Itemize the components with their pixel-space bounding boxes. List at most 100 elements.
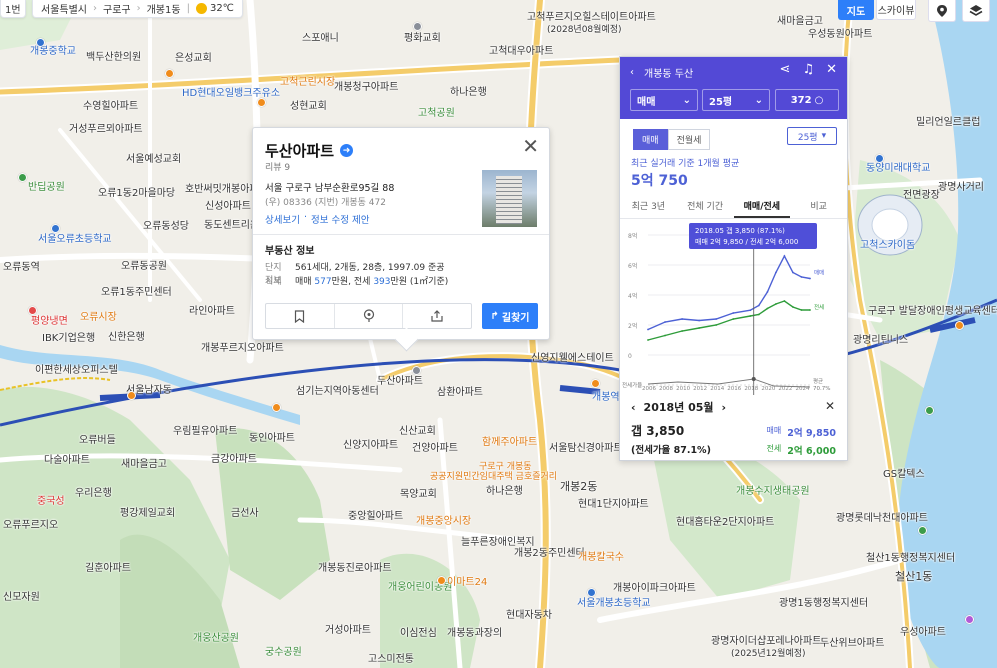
place-pin-icon[interactable] xyxy=(272,403,281,412)
map-label[interactable]: 개봉역 xyxy=(592,392,620,404)
map-label[interactable]: 거성푸르뫼아파트 xyxy=(69,124,143,136)
map-label[interactable]: 신한은행 xyxy=(108,332,145,344)
map-label[interactable]: 구로구 발달장애인평생교육센터 xyxy=(868,306,997,318)
map-label[interactable]: 개봉중학교 xyxy=(30,46,76,58)
map-label[interactable]: 스포애니 xyxy=(302,33,339,45)
tab-all-period[interactable]: 전체 기간 xyxy=(677,195,734,218)
map-label[interactable]: 현대자동차 xyxy=(506,610,552,622)
map-label[interactable]: 하나은행 xyxy=(450,87,487,99)
price-panel[interactable]: ‹ 개봉동 두산 ⋖ ♫ ✕ 매매 ⌄ 25평 ⌄ 372 ○ 매매 전월세 2… xyxy=(619,56,848,461)
place-title[interactable]: 두산아파트 xyxy=(265,140,334,161)
location-button[interactable] xyxy=(928,0,956,22)
map-label[interactable]: 목양교회 xyxy=(400,489,437,501)
price-chart[interactable]: 8억6억4억2억0 전세가율평균70.7% 2006 2008 2010 2012 20… xyxy=(620,219,848,397)
map-label[interactable]: 광명1동행정복지센터 xyxy=(779,598,868,610)
map-label[interactable]: 오류동성당 xyxy=(143,221,189,233)
map-label[interactable]: 개봉청구아파트 xyxy=(334,82,398,94)
place-info-card[interactable]: 두산아파트 ➜ ✕ 리뷰 9 서울 구로구 남부순환로95길 88 (우) 08… xyxy=(252,127,550,340)
map-label[interactable]: 현대1단지아파트 xyxy=(578,499,649,511)
map-label[interactable]: 평화교회 xyxy=(404,33,441,45)
map-label[interactable]: 우리은행 xyxy=(75,488,112,500)
park-pin-icon[interactable] xyxy=(918,526,927,535)
map-label[interactable]: 반딥공원 xyxy=(28,182,65,194)
map-label[interactable]: 다술아파트 xyxy=(44,455,90,467)
map-label[interactable]: 하나은행 xyxy=(486,486,523,498)
subway-station-pin-icon[interactable] xyxy=(591,379,600,388)
map-label[interactable]: 고스미전통 xyxy=(368,654,414,666)
map-label[interactable]: 신산교회 xyxy=(399,426,436,438)
map-label[interactable]: 철산1동행정복지센터 xyxy=(866,553,955,565)
map-label[interactable]: 오류1동2마을마당 xyxy=(98,188,175,200)
map-label[interactable]: 수영힐아파트 xyxy=(83,101,138,113)
map-label[interactable]: 길훈아파트 xyxy=(85,563,131,575)
chevron-left-icon[interactable]: ‹ xyxy=(631,401,636,414)
map-label[interactable]: 서울개봉초등학교 xyxy=(577,598,651,610)
map-label[interactable]: GS칼텍스 xyxy=(883,469,925,481)
map-label[interactable]: 섬기는지역아동센터 xyxy=(296,386,379,398)
tab-recent-3y[interactable]: 최근 3년 xyxy=(620,195,677,218)
map-label[interactable]: 평강제일교회 xyxy=(120,508,175,520)
map-label[interactable]: 서울예성교회 xyxy=(126,154,181,166)
layers-button[interactable] xyxy=(962,0,990,22)
map-label[interactable]: 우림필유아파트 xyxy=(173,426,237,438)
school-pin-icon[interactable] xyxy=(36,38,45,47)
breadcrumb-district[interactable]: 구로구 xyxy=(103,1,131,16)
map-label[interactable]: 신영지웰에스테이트 xyxy=(531,353,614,365)
map-label[interactable]: IBK기업은행 xyxy=(42,333,95,345)
map-label[interactable]: 신성아파트 xyxy=(205,201,251,213)
place-title-row[interactable]: 두산아파트 ➜ xyxy=(265,140,354,161)
tab-jeonse[interactable]: 전월세 xyxy=(667,129,711,150)
close-icon[interactable]: ✕ xyxy=(522,136,539,156)
map-label[interactable]: 서울탐신경아파트 xyxy=(549,443,623,455)
map-label[interactable]: 삼환아파트 xyxy=(437,387,483,399)
map-label[interactable]: 새마을금고 xyxy=(777,16,823,28)
map-label[interactable]: 이심전심 xyxy=(400,628,437,640)
edit-suggest-link[interactable]: 정보 수정 제안 xyxy=(311,212,369,226)
map-label[interactable]: 개봉수지생태공원 xyxy=(736,486,810,498)
gas-station-pin-icon[interactable] xyxy=(165,69,174,78)
map-label[interactable]: 개봉칼국수 xyxy=(578,552,624,564)
detail-link[interactable]: 상세보기 xyxy=(265,212,300,226)
apartment-pin-icon[interactable] xyxy=(412,366,421,375)
listing-count-button[interactable]: 372 ○ xyxy=(775,89,839,111)
gas-station-pin-icon[interactable] xyxy=(257,98,266,107)
map-label[interactable]: 고척푸르지오힐스테이트아파트 xyxy=(527,12,656,24)
map-label[interactable]: 동인아파트 xyxy=(249,433,295,445)
map-label[interactable]: 은성교회 xyxy=(175,53,212,65)
map-label[interactable]: 광명자이더샵포레나아파트 xyxy=(711,636,821,648)
map-label[interactable]: 성현교회 xyxy=(290,101,327,113)
map-label[interactable]: 라인아파트 xyxy=(189,306,235,318)
arrow-right-icon[interactable]: ➜ xyxy=(340,144,354,157)
map-label[interactable]: 밀리언일르클럽 xyxy=(916,117,980,129)
map-label[interactable]: 오류버들 xyxy=(79,435,116,447)
map-label[interactable]: 고척근린시장 xyxy=(280,77,335,89)
map-label[interactable]: 건양아파트 xyxy=(412,443,458,455)
map-label[interactable]: 개웅산공원 xyxy=(193,633,239,645)
tab-sale-jeonse[interactable]: 매매/전세 xyxy=(733,195,791,218)
university-pin-icon[interactable] xyxy=(875,154,884,163)
map-label[interactable]: 거성아파트 xyxy=(325,625,371,637)
back-arrow-icon[interactable]: ‹ xyxy=(630,67,634,78)
share-icon[interactable]: ⋖ xyxy=(780,62,791,77)
map-label[interactable]: 우성동원아파트 xyxy=(808,29,872,41)
place-reviews[interactable]: 리뷰 9 xyxy=(265,160,290,173)
map-label[interactable]: 이편한세상오피스텔 xyxy=(35,365,118,377)
map-label[interactable]: 동양미래대학교 xyxy=(866,163,930,175)
size-dropdown[interactable]: 25평 ▾ xyxy=(787,127,837,145)
map-label[interactable]: 이마트24 xyxy=(447,577,487,589)
map-label[interactable]: 금선사 xyxy=(231,508,259,520)
map-label[interactable]: HD현대오일뱅크주유소 xyxy=(182,88,280,100)
place-photo[interactable] xyxy=(482,170,537,227)
map-label[interactable]: 오류1동주민센터 xyxy=(101,287,172,299)
map-label[interactable]: 현대홈타운2단지아파트 xyxy=(676,517,774,529)
map-label[interactable]: 두산위브아파트 xyxy=(820,638,884,650)
map-label[interactable]: 중앙힐아파트 xyxy=(348,511,403,523)
weather-widget[interactable]: 32℃ xyxy=(195,3,234,14)
tab-sale[interactable]: 매매 xyxy=(633,129,668,150)
chevron-right-icon[interactable]: › xyxy=(722,401,727,414)
map-label[interactable]: 우성아파트 xyxy=(900,627,946,639)
trade-type-select[interactable]: 매매 ⌄ xyxy=(630,89,698,111)
breadcrumb-city[interactable]: 서울특별시 xyxy=(41,1,87,16)
map-label[interactable]: 개봉동진로아파트 xyxy=(318,563,392,575)
map-label[interactable]: 개봉동과장의 xyxy=(447,628,502,640)
